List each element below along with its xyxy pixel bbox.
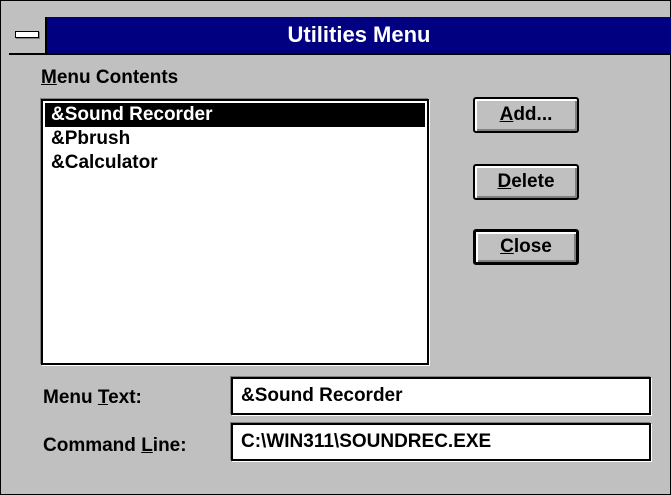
close-button[interactable]: Close [473, 229, 579, 265]
command-line-label-accel: L [141, 435, 153, 456]
close-button-label: lose [513, 236, 552, 257]
list-item[interactable]: &Sound Recorder [45, 103, 425, 127]
list-item[interactable]: &Pbrush [45, 127, 425, 151]
window-title: Utilities Menu [287, 22, 431, 47]
delete-button-label: elete [511, 171, 555, 192]
utilities-menu-dialog: Utilities Menu Menu Contents &Sound Reco… [0, 0, 671, 495]
menu-text-label: Menu Text: [43, 387, 142, 409]
system-menu-icon [15, 31, 39, 38]
menu-text-label-rest: ext: [108, 387, 142, 408]
command-line-label-prefix: Command [43, 435, 142, 456]
delete-button[interactable]: Delete [473, 164, 579, 200]
delete-button-accel: D [497, 171, 512, 192]
menu-text-field[interactable]: &Sound Recorder [231, 377, 651, 415]
menu-text-label-accel: T [97, 387, 109, 408]
menu-contents-label-accel: M [41, 67, 57, 88]
add-button[interactable]: Add... [473, 97, 579, 133]
title-bar[interactable]: Utilities Menu [9, 17, 671, 55]
menu-text-label-prefix: Menu [43, 387, 98, 408]
command-line-label-rest: ine: [152, 435, 187, 456]
menu-contents-label: Menu Contents [41, 67, 178, 89]
menu-contents-listbox[interactable]: &Sound Recorder &Pbrush &Calculator [41, 99, 429, 365]
command-line-field[interactable]: C:\WIN311\SOUNDREC.EXE [231, 423, 651, 461]
menu-contents-label-rest: enu Contents [56, 67, 179, 88]
command-line-label: Command Line: [43, 435, 187, 457]
close-button-accel: C [500, 236, 514, 257]
list-item[interactable]: &Calculator [45, 151, 425, 175]
add-button-accel: A [499, 104, 514, 125]
system-menu-button[interactable] [9, 17, 47, 53]
add-button-label: dd... [513, 104, 553, 125]
